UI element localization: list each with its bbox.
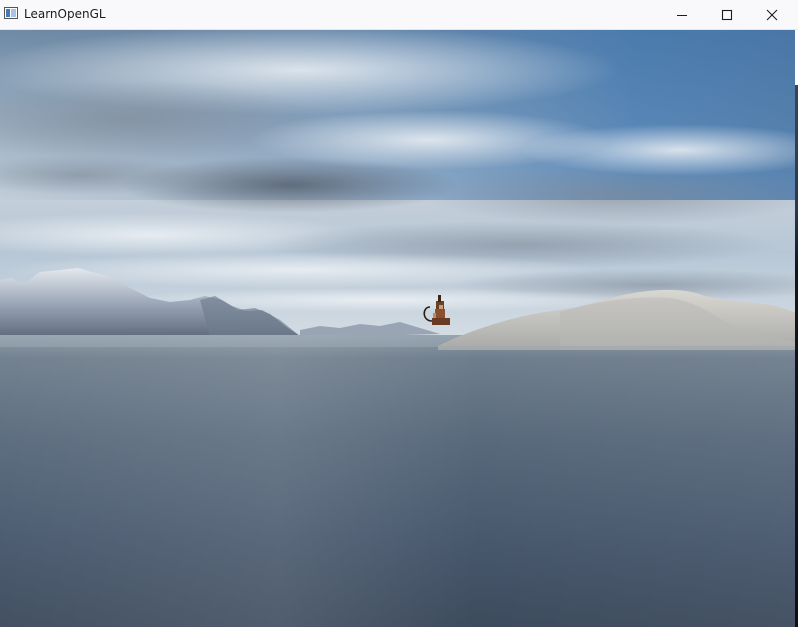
opengl-viewport[interactable] [0,30,795,627]
title-bar[interactable]: LearnOpenGL [0,0,798,30]
window-title: LearnOpenGL [24,7,106,21]
app-window: LearnOpenGL [0,0,798,627]
close-button[interactable] [749,0,795,29]
hill-shoreline [438,346,795,350]
close-icon [766,9,778,20]
skybox-scene [0,30,795,627]
app-window-icon [4,7,18,19]
minimize-icon [677,14,687,16]
maximize-icon [721,9,733,20]
maximize-button[interactable] [704,0,750,29]
water-sheen [0,335,795,627]
minimize-button[interactable] [659,0,705,29]
